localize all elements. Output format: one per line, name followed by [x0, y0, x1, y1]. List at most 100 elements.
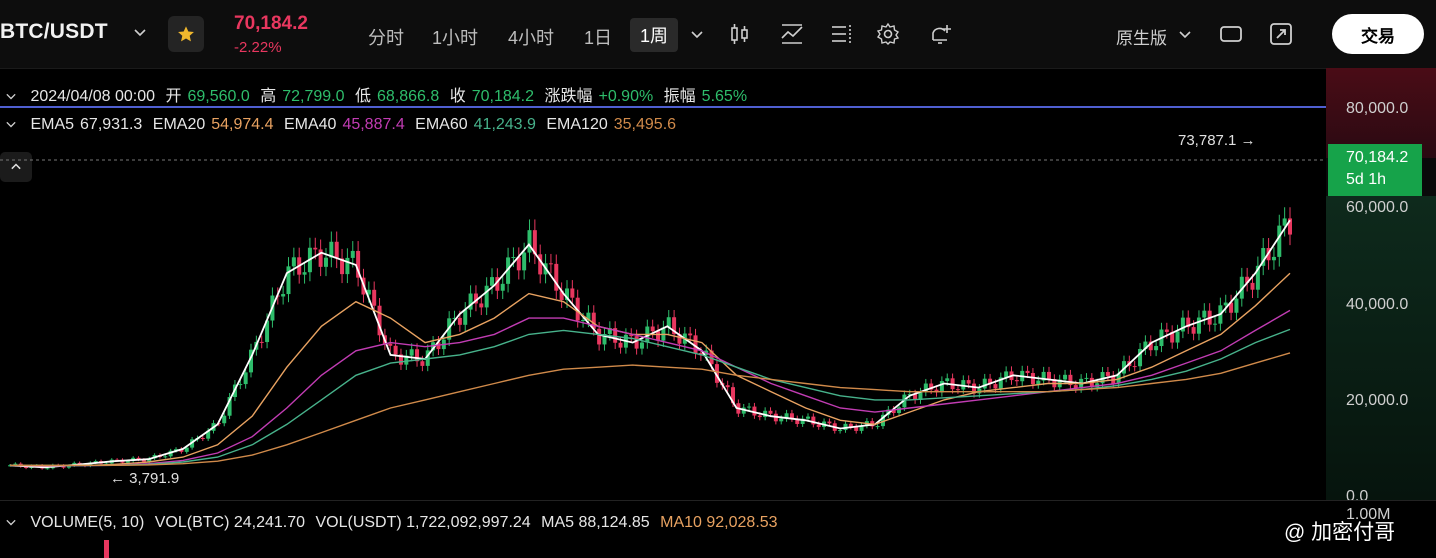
list-settings-icon[interactable]	[830, 22, 854, 46]
candle-body[interactable]	[618, 342, 623, 348]
candle-body[interactable]	[725, 385, 730, 388]
candle-body[interactable]	[1063, 374, 1068, 380]
candle-body[interactable]	[955, 389, 960, 391]
candle-body[interactable]	[1191, 327, 1196, 334]
tab-timeline[interactable]: 分时	[368, 24, 404, 50]
candle-body[interactable]	[1202, 310, 1207, 318]
candle-body[interactable]	[259, 341, 264, 343]
tab-4h[interactable]: 4小时	[508, 24, 554, 50]
candle-body[interactable]	[597, 328, 602, 345]
candle-body[interactable]	[313, 247, 318, 250]
favorite-button[interactable]	[168, 16, 204, 52]
candle-body[interactable]	[966, 380, 971, 384]
candle-body[interactable]	[484, 285, 489, 308]
candle-body[interactable]	[350, 250, 355, 258]
candle-body[interactable]	[1234, 298, 1239, 313]
candle-body[interactable]	[939, 381, 944, 393]
candle-body[interactable]	[747, 406, 752, 408]
candle-body[interactable]	[393, 345, 398, 355]
candle-body[interactable]	[345, 257, 350, 275]
candle-body[interactable]	[163, 456, 168, 458]
candle-body[interactable]	[511, 257, 516, 259]
candle-body[interactable]	[479, 303, 484, 308]
chevron-down-icon[interactable]	[4, 517, 18, 527]
candle-body[interactable]	[1084, 377, 1089, 379]
candle-body[interactable]	[463, 309, 468, 325]
candle-body[interactable]	[1164, 329, 1169, 332]
candle-body[interactable]	[805, 416, 810, 419]
chevron-down-icon[interactable]	[1178, 28, 1192, 40]
candle-body[interactable]	[409, 349, 414, 356]
candle-body[interactable]	[688, 333, 693, 336]
trade-button[interactable]: 交易	[1332, 14, 1424, 54]
candlestick-icon[interactable]	[728, 22, 752, 46]
candle-body[interactable]	[1271, 256, 1276, 261]
tab-1d[interactable]: 1日	[584, 24, 612, 50]
candle-body[interactable]	[816, 424, 821, 427]
candle-body[interactable]	[1025, 370, 1030, 374]
alert-add-icon[interactable]	[928, 22, 952, 46]
price-chart[interactable]	[0, 140, 1326, 500]
candle-body[interactable]	[1250, 282, 1255, 290]
candle-body[interactable]	[323, 257, 328, 267]
candle-body[interactable]	[827, 421, 832, 424]
candle-body[interactable]	[420, 361, 425, 366]
version-select[interactable]: 原生版	[1116, 24, 1167, 49]
candle-body[interactable]	[1105, 372, 1110, 376]
candle-body[interactable]	[45, 468, 50, 470]
pair-symbol[interactable]: BTC/USDT	[0, 20, 108, 44]
window-icon[interactable]	[1219, 22, 1243, 46]
candle-body[interactable]	[281, 294, 286, 297]
candle-body[interactable]	[581, 319, 586, 321]
candle-body[interactable]	[1036, 380, 1041, 385]
candle-body[interactable]	[945, 378, 950, 382]
candle-body[interactable]	[548, 263, 553, 265]
candle-body[interactable]	[243, 372, 248, 385]
candle-body[interactable]	[527, 230, 532, 253]
candle-body[interactable]	[656, 331, 661, 341]
candle-body[interactable]	[1014, 380, 1019, 382]
chevron-down-icon[interactable]	[4, 119, 18, 129]
candle-body[interactable]	[200, 437, 205, 439]
candle-body[interactable]	[1046, 371, 1051, 380]
candle-body[interactable]	[982, 378, 987, 389]
chevron-down-icon[interactable]	[4, 91, 18, 101]
candle-body[interactable]	[1154, 346, 1159, 351]
candle-body[interactable]	[693, 335, 698, 354]
candle-body[interactable]	[372, 289, 377, 306]
candle-body[interactable]	[222, 415, 227, 424]
candle-body[interactable]	[500, 283, 505, 291]
candle-body[interactable]	[779, 418, 784, 422]
candle-body[interactable]	[1132, 366, 1137, 368]
candle-body[interactable]	[1213, 323, 1218, 325]
candle-body[interactable]	[650, 326, 655, 332]
candle-body[interactable]	[1223, 302, 1228, 306]
candle-body[interactable]	[757, 415, 762, 418]
candle-body[interactable]	[993, 384, 998, 389]
candle-body[interactable]	[875, 426, 880, 428]
tab-1h[interactable]: 1小时	[432, 24, 478, 50]
candle-body[interactable]	[897, 407, 902, 414]
chevron-down-icon[interactable]	[690, 28, 704, 40]
candle-body[interactable]	[838, 430, 843, 432]
candle-body[interactable]	[522, 252, 527, 271]
candle-body[interactable]	[1175, 331, 1180, 343]
gear-icon[interactable]	[876, 22, 900, 46]
candle-body[interactable]	[639, 342, 644, 349]
candle-body[interactable]	[302, 272, 307, 275]
fullscreen-icon[interactable]	[1269, 22, 1293, 46]
candle-body[interactable]	[570, 288, 575, 298]
indicator-icon[interactable]	[780, 22, 804, 46]
candle-body[interactable]	[1282, 218, 1287, 226]
tab-1w[interactable]: 1周	[630, 18, 679, 52]
candle-body[interactable]	[457, 317, 462, 325]
candle-body[interactable]	[388, 343, 393, 346]
candle-body[interactable]	[1196, 317, 1201, 334]
candle-body[interactable]	[490, 277, 495, 286]
candle-body[interactable]	[238, 384, 243, 386]
candle-body[interactable]	[291, 257, 296, 267]
candle-body[interactable]	[768, 410, 773, 414]
chevron-down-icon[interactable]	[134, 26, 146, 38]
candle-body[interactable]	[1277, 225, 1282, 257]
candle-body[interactable]	[334, 241, 339, 259]
